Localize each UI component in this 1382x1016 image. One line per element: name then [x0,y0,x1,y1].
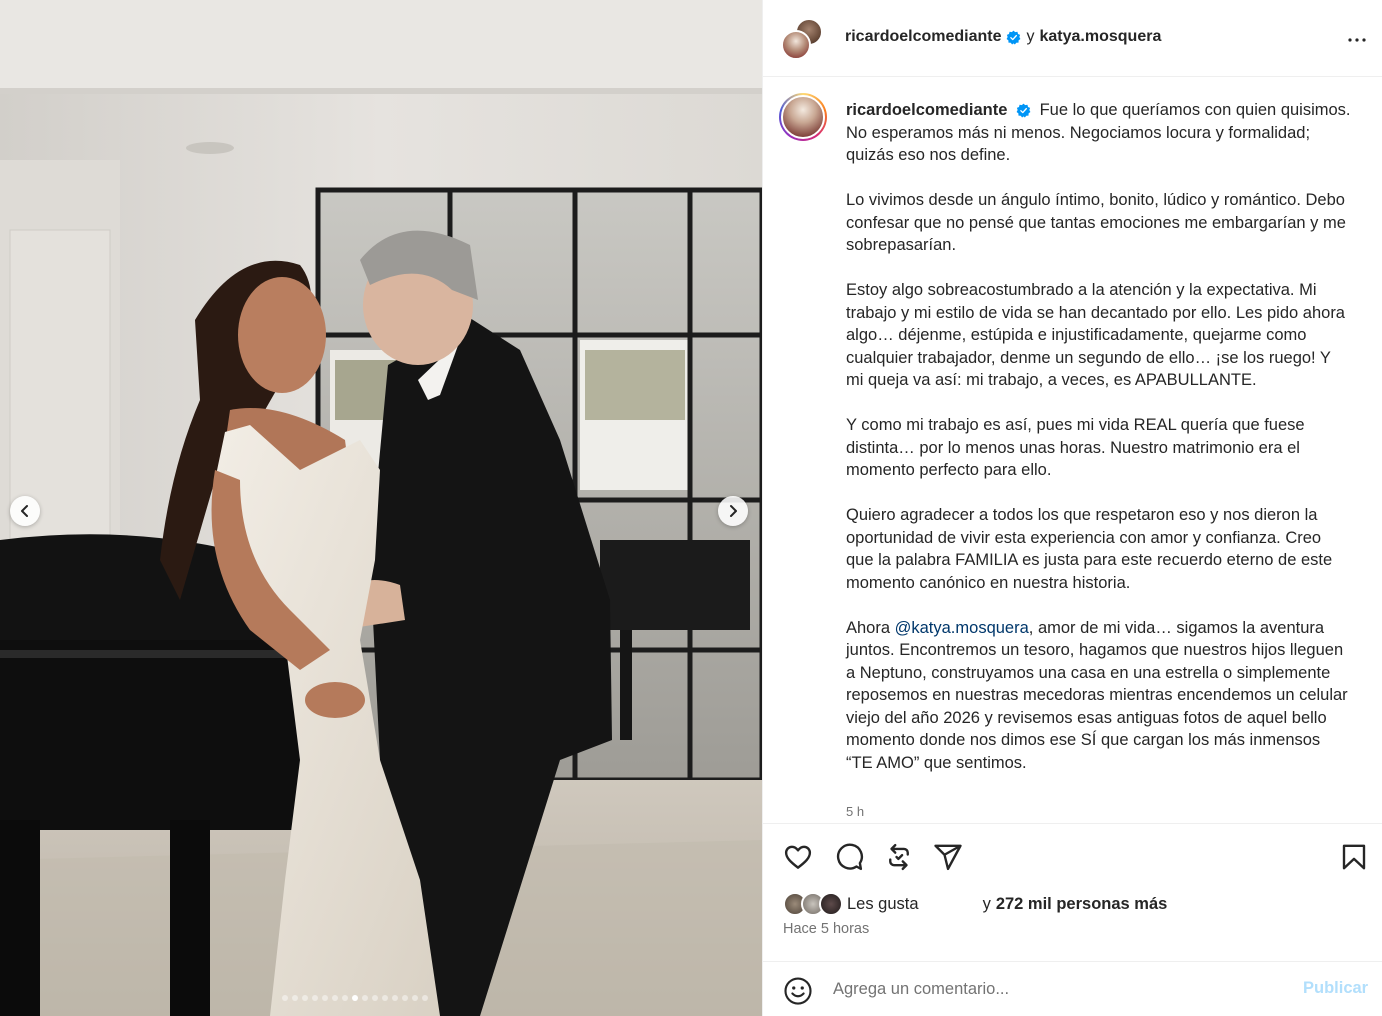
carousel-dot [412,995,418,1001]
carousel-dot [382,995,388,1001]
carousel-dot [402,995,408,1001]
username-link-2[interactable]: katya.mosquera [1040,28,1162,46]
carousel-dot [312,995,318,1001]
caption-line: Fue lo que queríamos con quien quisimos. [1039,101,1351,119]
caption-paragraph: Lo vivimos desde un ángulo íntimo, bonit… [846,191,1346,254]
caption-paragraph: Ahora @katya.mosquera, amor de mi vida… … [846,617,1351,775]
post-header: ricardoelcomediante y katya.mosquera [763,0,1382,77]
avatar-ricardo[interactable] [781,30,811,60]
carousel-dot [372,995,378,1001]
carousel-dot [292,995,298,1001]
carousel-dot [362,995,368,1001]
username-link[interactable]: ricardoelcomediante [845,28,1002,46]
caption-paragraph: Y como mi trabajo es así, pues mi vida R… [846,416,1305,479]
chevron-left-icon [21,505,28,517]
more-options-icon[interactable] [1345,28,1369,52]
carousel-dot [422,995,428,1001]
caption-username[interactable]: ricardoelcomediante [846,101,1007,119]
previous-photo-button[interactable] [10,496,40,526]
collab-usernames: ricardoelcomediante y katya.mosquera [845,28,1161,46]
heart-icon[interactable] [783,842,813,872]
liker-name-redacted [918,897,983,911]
carousel-indicator [282,995,428,1001]
action-bar [763,823,1382,885]
carousel-dot [332,995,338,1001]
caption-paragraph: Estoy algo sobreacostumbrado a la atenci… [846,281,1345,389]
post-photo[interactable] [0,0,762,1016]
carousel-dot [352,995,358,1001]
carousel-dot [302,995,308,1001]
liker-avatars [783,892,847,916]
emoji-icon[interactable] [783,976,813,1006]
share-icon[interactable] [933,842,963,872]
publish-button[interactable]: Publicar [1303,979,1368,998]
caption-text: Ahora [846,618,891,637]
likes-count[interactable]: 272 mil personas más [996,895,1168,914]
post-details-panel: ricardoelcomediante y katya.mosquera ric… [762,0,1382,1016]
comment-input[interactable] [833,974,1273,1004]
comment-icon[interactable] [834,842,864,872]
comment-composer: Publicar [763,961,1382,1016]
avatar [819,892,843,916]
carousel-dot [282,995,288,1001]
likes-prefix: Les gusta [847,894,919,913]
next-photo-button[interactable] [718,496,748,526]
caption-paragraph: Quiero agradecer a todos los que respeta… [846,506,1333,592]
likes-connector: y [982,894,991,913]
verified-badge-icon [1006,30,1020,45]
carousel-dot [342,995,348,1001]
repost-icon[interactable] [884,842,914,872]
carousel-dot [322,995,328,1001]
mention-link[interactable]: @katya.mosquera [895,619,1029,637]
collab-avatars[interactable] [781,18,825,62]
connector-text: y [1026,28,1035,45]
caption-line: No esperamos más ni menos. Negociamos lo… [846,123,1311,165]
post-caption: ricardoelcomediante Fue lo que queríamos… [846,99,1351,774]
caption-age[interactable]: 5 h [846,804,864,819]
bookmark-icon[interactable] [1339,842,1369,872]
carousel-dot [392,995,398,1001]
chevron-right-icon [730,505,737,517]
post-timestamp[interactable]: Hace 5 horas [783,921,869,937]
comments-area[interactable]: ricardoelcomediante Fue lo que queríamos… [763,77,1382,823]
caption-text: , amor de mi vida… sigamos la aventura j… [846,618,1348,772]
verified-badge-icon [1016,103,1031,118]
likes-summary[interactable]: Les gusta y 272 mil personas más [783,892,1167,916]
wedding-photo [0,0,762,1016]
caption-avatar[interactable] [779,93,827,141]
